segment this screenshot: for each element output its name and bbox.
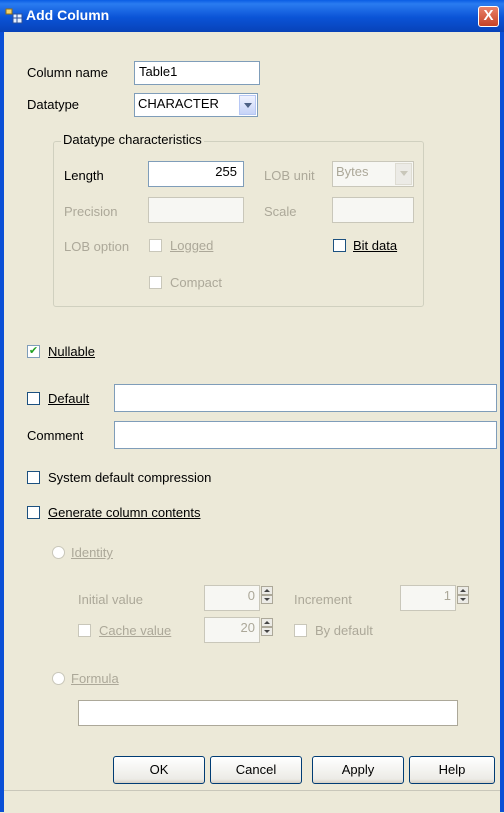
window-frame-left — [0, 32, 4, 812]
bit-data-checkbox[interactable] — [333, 239, 346, 252]
scale-input[interactable] — [332, 197, 414, 223]
window-title: Add Column — [26, 7, 110, 23]
logged-label: Logged — [170, 238, 214, 253]
chevron-down-icon[interactable] — [395, 163, 412, 185]
status-bar — [4, 790, 500, 813]
lob-option-label: LOB option — [64, 239, 130, 254]
formula-input[interactable] — [78, 700, 458, 726]
column-name-label: Column name — [27, 65, 108, 80]
comment-label: Comment — [27, 428, 84, 443]
lob-unit-label: LOB unit — [264, 168, 315, 183]
precision-input[interactable] — [148, 197, 244, 223]
apply-button[interactable]: Apply — [312, 756, 404, 784]
close-button[interactable]: X — [478, 6, 499, 27]
default-checkbox[interactable] — [27, 392, 40, 405]
increment-spinner[interactable] — [457, 586, 469, 604]
precision-label: Precision — [64, 204, 118, 219]
comment-input[interactable] — [114, 421, 497, 449]
initial-value-input[interactable]: 0 — [204, 585, 260, 611]
identity-label: Identity — [71, 545, 113, 560]
formula-radio[interactable] — [52, 672, 65, 685]
compact-checkbox[interactable] — [149, 276, 162, 289]
by-default-label: By default — [315, 623, 373, 638]
increment-input[interactable]: 1 — [400, 585, 456, 611]
datatype-characteristics-legend: Datatype characteristics — [61, 132, 204, 147]
identity-radio[interactable] — [52, 546, 65, 559]
scale-label: Scale — [264, 204, 297, 219]
help-button[interactable]: Help — [409, 756, 495, 784]
default-input[interactable] — [114, 384, 497, 412]
cancel-button[interactable]: Cancel — [210, 756, 302, 784]
increment-label: Increment — [294, 592, 352, 607]
generate-contents-label: Generate column contents — [48, 505, 201, 520]
logged-checkbox[interactable] — [149, 239, 162, 252]
length-label: Length — [64, 168, 104, 183]
system-compression-label: System default compression — [48, 470, 212, 485]
nullable-label: Nullable — [48, 344, 95, 359]
column-name-input[interactable]: Table1 — [134, 61, 260, 85]
window-frame-right — [500, 32, 504, 812]
cache-value-checkbox[interactable] — [78, 624, 91, 637]
generate-contents-checkbox[interactable] — [27, 506, 40, 519]
system-compression-checkbox[interactable] — [27, 471, 40, 484]
ok-button[interactable]: OK — [113, 756, 205, 784]
default-label: Default — [48, 391, 90, 406]
cache-value-input[interactable]: 20 — [204, 617, 260, 643]
cache-value-label: Cache value — [99, 623, 172, 638]
lob-unit-value: Bytes — [336, 164, 369, 179]
checkmark-icon: ✔ — [28, 345, 39, 357]
bit-data-label: Bit data — [353, 238, 398, 253]
chevron-down-icon[interactable] — [239, 95, 256, 115]
datatype-value: CHARACTER — [138, 96, 219, 111]
close-icon: X — [483, 7, 494, 24]
initial-value-spinner[interactable] — [261, 586, 273, 604]
datatype-label: Datatype — [27, 97, 80, 112]
length-input[interactable]: 255 — [148, 161, 244, 187]
by-default-checkbox[interactable] — [294, 624, 307, 637]
cache-value-spinner[interactable] — [261, 618, 273, 636]
formula-label: Formula — [71, 671, 119, 686]
lob-unit-select[interactable]: Bytes — [332, 161, 414, 187]
initial-value-label: Initial value — [78, 592, 144, 607]
nullable-checkbox[interactable]: ✔ — [27, 345, 40, 358]
datatype-select[interactable]: CHARACTER — [134, 93, 258, 117]
table-column-icon — [5, 8, 23, 24]
compact-label: Compact — [170, 275, 223, 290]
